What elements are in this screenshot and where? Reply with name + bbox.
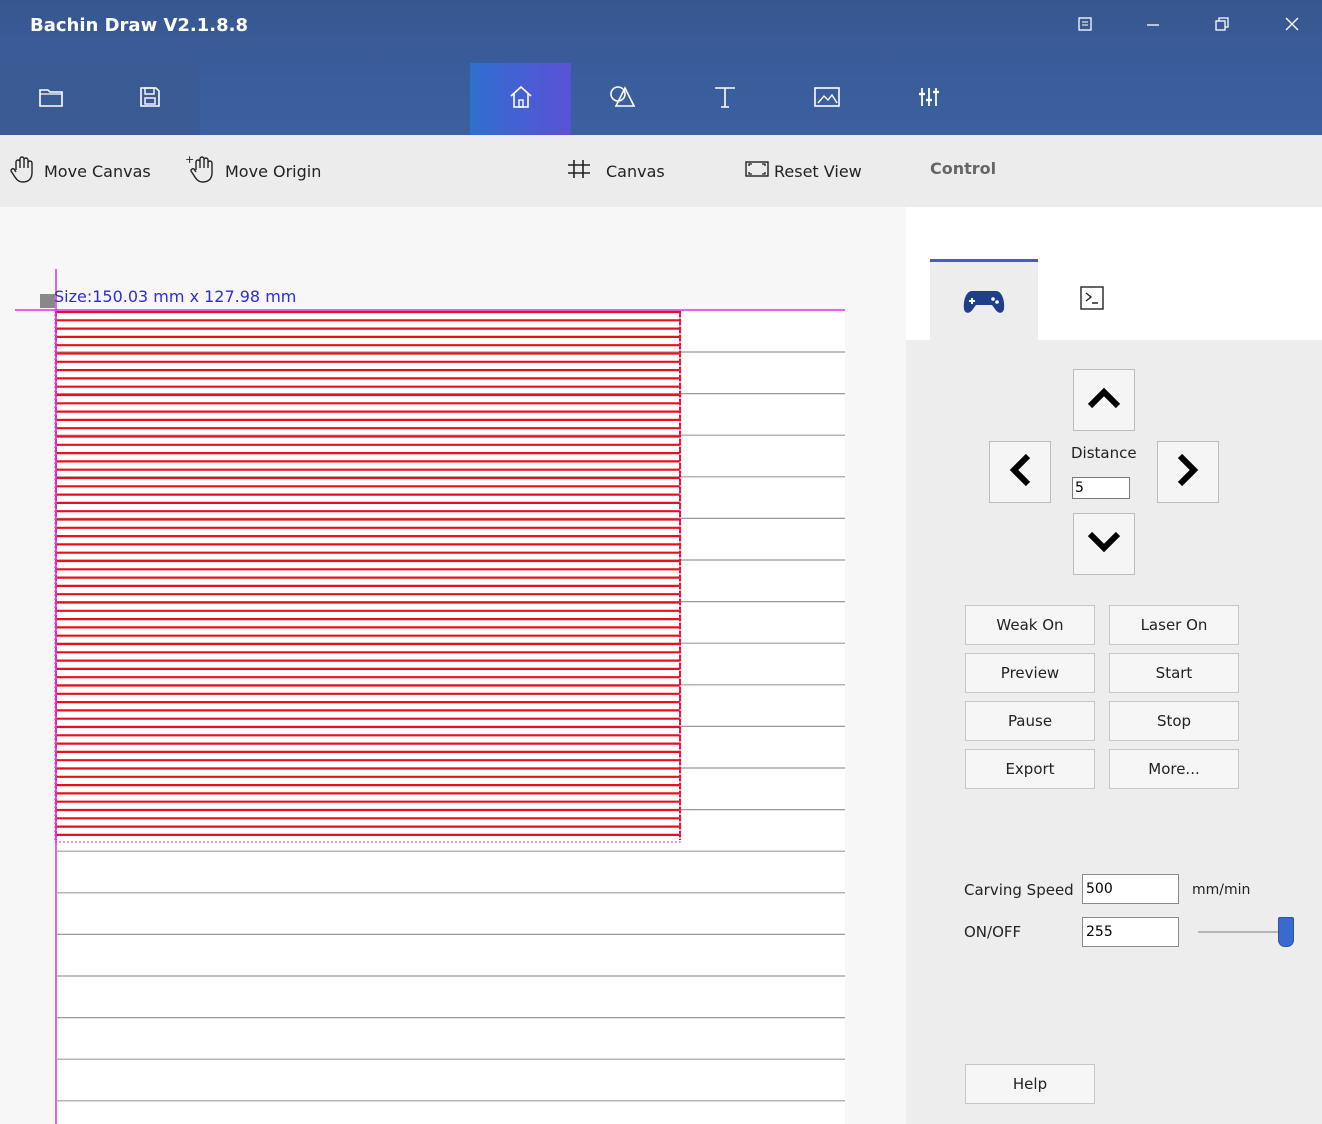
preview-button[interactable]: Preview <box>965 653 1095 693</box>
shapes-icon <box>609 84 637 114</box>
laser-on-button[interactable]: Laser On <box>1109 605 1239 645</box>
stop-button[interactable]: Stop <box>1109 701 1239 741</box>
export-button[interactable]: Export <box>965 749 1095 789</box>
onoff-label: ON/OFF <box>964 923 1022 941</box>
carving-speed-label: Carving Speed <box>964 881 1074 899</box>
workspace[interactable]: Size:150.03 mm x 127.98 mm <box>0 207 906 1124</box>
maximize-icon[interactable] <box>1207 10 1237 38</box>
home-icon <box>508 84 534 114</box>
jog-left-button[interactable] <box>989 441 1051 503</box>
image-tab-button[interactable] <box>776 63 877 135</box>
drawing-canvas[interactable]: Size:150.03 mm x 127.98 mm <box>0 207 906 1124</box>
grid-icon <box>566 158 592 184</box>
origin-handle <box>40 294 55 308</box>
power-slider-thumb[interactable] <box>1278 917 1294 947</box>
control-panel: Distance Weak On Laser On Preview Start … <box>906 207 1322 1124</box>
control-title: Control <box>930 159 997 178</box>
fit-view-icon <box>744 159 770 183</box>
reset-view-label: Reset View <box>774 161 862 181</box>
carving-speed-input[interactable] <box>1082 874 1179 904</box>
title-bar: Bachin Draw V2.1.8.8 <box>0 0 1322 135</box>
open-folder-button[interactable] <box>0 63 101 135</box>
home-tab-button[interactable] <box>470 63 571 135</box>
hand-plus-icon: + <box>185 153 221 189</box>
help-button[interactable]: Help <box>965 1064 1095 1104</box>
canvas-label: Canvas <box>606 161 665 181</box>
jog-up-button[interactable] <box>1073 369 1135 431</box>
chevron-down-icon <box>1086 530 1122 558</box>
svg-text:+: + <box>185 153 194 166</box>
close-icon[interactable] <box>1277 10 1307 38</box>
settings-sliders-icon <box>917 86 941 112</box>
terminal-icon <box>1079 285 1105 315</box>
speed-unit-label: mm/min <box>1192 882 1251 898</box>
control-header: Control <box>906 135 1322 207</box>
tab-terminal[interactable] <box>1038 259 1146 340</box>
jog-right-button[interactable] <box>1157 441 1219 503</box>
reset-view-button[interactable]: Reset View <box>744 135 862 207</box>
power-slider-track[interactable] <box>1198 931 1288 933</box>
distance-input[interactable] <box>1072 477 1130 499</box>
text-icon <box>712 84 738 114</box>
more-button[interactable]: More... <box>1109 749 1239 789</box>
tab-gamepad[interactable] <box>930 259 1038 343</box>
restore-layout-icon[interactable] <box>1070 10 1100 38</box>
hand-icon <box>8 153 40 189</box>
onoff-input[interactable] <box>1082 917 1179 947</box>
save-icon <box>138 85 162 113</box>
minimize-icon[interactable] <box>1138 10 1168 38</box>
move-canvas-label: Move Canvas <box>44 161 151 181</box>
move-canvas-button[interactable]: Move Canvas <box>8 135 151 207</box>
pause-button[interactable]: Pause <box>965 701 1095 741</box>
canvas-toolbar: Move Canvas + Move Origin Canvas Reset V… <box>0 135 906 207</box>
chevron-left-icon <box>1008 452 1032 492</box>
open-folder-icon <box>38 86 64 112</box>
text-tab-button[interactable] <box>674 63 775 135</box>
save-button[interactable] <box>99 63 200 135</box>
canvas-grid-button[interactable]: Canvas <box>566 135 665 207</box>
chevron-up-icon <box>1086 386 1122 414</box>
weak-on-button[interactable]: Weak On <box>965 605 1095 645</box>
control-tabs <box>906 207 1322 343</box>
app-title: Bachin Draw V2.1.8.8 <box>30 15 249 36</box>
size-label: Size:150.03 mm x 127.98 mm <box>54 287 296 306</box>
image-icon <box>813 85 841 113</box>
chevron-right-icon <box>1176 452 1200 492</box>
settings-tab-button[interactable] <box>878 63 979 135</box>
move-origin-button[interactable]: + Move Origin <box>185 135 321 207</box>
distance-label: Distance <box>1071 444 1137 462</box>
start-button[interactable]: Start <box>1109 653 1239 693</box>
move-origin-label: Move Origin <box>225 161 322 181</box>
work-area <box>57 310 845 1124</box>
jog-down-button[interactable] <box>1073 513 1135 575</box>
shapes-tab-button[interactable] <box>572 63 673 135</box>
gamepad-icon <box>962 287 1006 319</box>
